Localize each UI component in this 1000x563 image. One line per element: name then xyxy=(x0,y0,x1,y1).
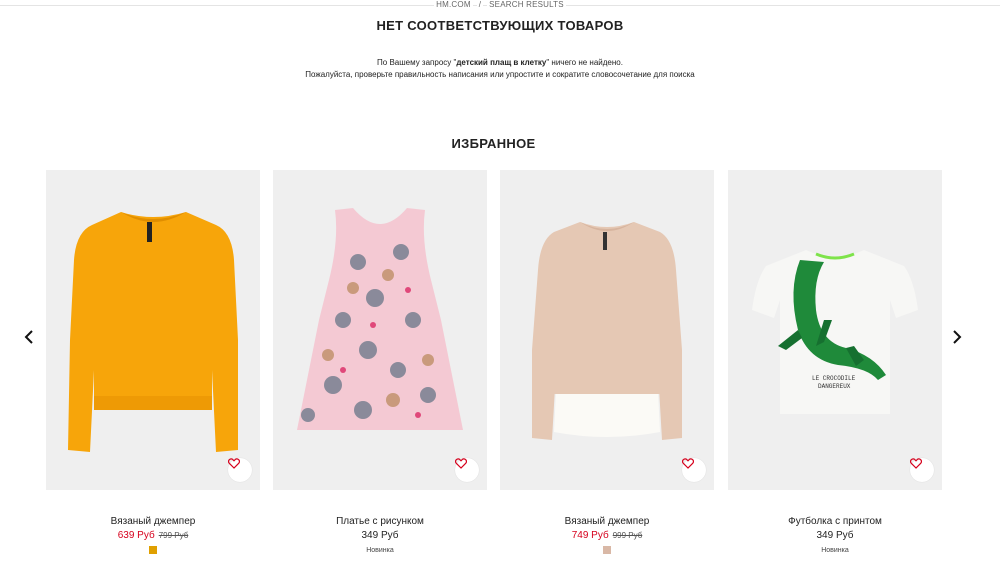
chevron-right-icon xyxy=(953,330,962,344)
search-query: детский плащ в клетку xyxy=(456,58,547,67)
product-card[interactable]: Платье с рисунком 349 Руб Новинка xyxy=(273,170,487,554)
product-name[interactable]: Футболка с принтом xyxy=(728,515,942,528)
no-results-message: По Вашему запросу "детский плащ в клетку… xyxy=(0,57,1000,81)
message-suffix: " ничего не найдено. xyxy=(546,58,623,67)
chevron-left-icon xyxy=(24,330,33,344)
favorite-button[interactable] xyxy=(910,458,934,482)
no-results-line-2: Пожалуйста, проверьте правильность напис… xyxy=(305,70,695,79)
product-image[interactable]: LE CROCODILE DANGEREUX xyxy=(728,170,942,490)
favorite-button[interactable] xyxy=(228,458,252,482)
crocodile-tshirt-image: LE CROCODILE DANGEREUX xyxy=(752,250,918,414)
regular-price: 349 Руб xyxy=(816,530,854,541)
favorite-button[interactable] xyxy=(455,458,479,482)
product-price: 749 Руб 999 Руб xyxy=(500,529,714,543)
old-price: 999 Руб xyxy=(612,531,643,540)
product-image[interactable] xyxy=(273,170,487,490)
carousel-prev-button[interactable] xyxy=(19,325,39,349)
product-price: 349 Руб xyxy=(728,529,942,543)
breadcrumb-current: SEARCH RESULTS xyxy=(487,0,566,9)
carousel-next-button[interactable] xyxy=(947,325,967,349)
new-badge: Новинка xyxy=(366,547,394,554)
no-results-line-1: По Вашему запросу "детский плащ в клетку… xyxy=(0,57,1000,69)
sale-price: 749 Руб xyxy=(571,530,609,541)
breadcrumb: HM.COM / SEARCH RESULTS xyxy=(0,0,1000,9)
beige-sweater-image xyxy=(532,222,682,440)
product-image[interactable] xyxy=(46,170,260,490)
new-badge: Новинка xyxy=(821,547,849,554)
favorite-button[interactable] xyxy=(682,458,706,482)
color-swatch[interactable] xyxy=(149,546,157,554)
breadcrumb-separator: / xyxy=(476,0,484,9)
product-name[interactable]: Платье с рисунком xyxy=(273,515,487,528)
heart-icon xyxy=(228,458,240,469)
regular-price: 349 Руб xyxy=(361,530,399,541)
product-name[interactable]: Вязаный джемпер xyxy=(46,515,260,528)
heart-icon xyxy=(910,458,922,469)
heart-icon xyxy=(455,458,467,469)
page-title: НЕТ СООТВЕТСТВУЮЩИХ ТОВАРОВ xyxy=(376,18,624,33)
svg-text:LE CROCODILE: LE CROCODILE xyxy=(812,375,856,382)
sale-price: 639 Руб xyxy=(117,530,155,541)
favorites-title: ИЗБРАННОЕ xyxy=(451,136,536,151)
heart-icon xyxy=(682,458,694,469)
color-swatch[interactable] xyxy=(603,546,611,554)
product-price: 349 Руб xyxy=(273,529,487,543)
product-card[interactable]: Вязаный джемпер 749 Руб 999 Руб xyxy=(500,170,714,554)
product-card[interactable]: Вязаный джемпер 639 Руб 799 Руб xyxy=(46,170,260,554)
old-price: 799 Руб xyxy=(158,531,189,540)
svg-text:DANGEREUX: DANGEREUX xyxy=(818,383,851,390)
message-prefix: По Вашему запросу " xyxy=(377,58,457,67)
product-image[interactable] xyxy=(500,170,714,490)
product-price: 639 Руб 799 Руб xyxy=(46,529,260,543)
pink-dress-image xyxy=(297,208,463,430)
orange-sweater-image xyxy=(68,212,238,452)
product-name[interactable]: Вязаный джемпер xyxy=(500,515,714,528)
breadcrumb-home[interactable]: HM.COM xyxy=(434,0,473,9)
product-card[interactable]: LE CROCODILE DANGEREUX Футболка с принто… xyxy=(728,170,942,554)
